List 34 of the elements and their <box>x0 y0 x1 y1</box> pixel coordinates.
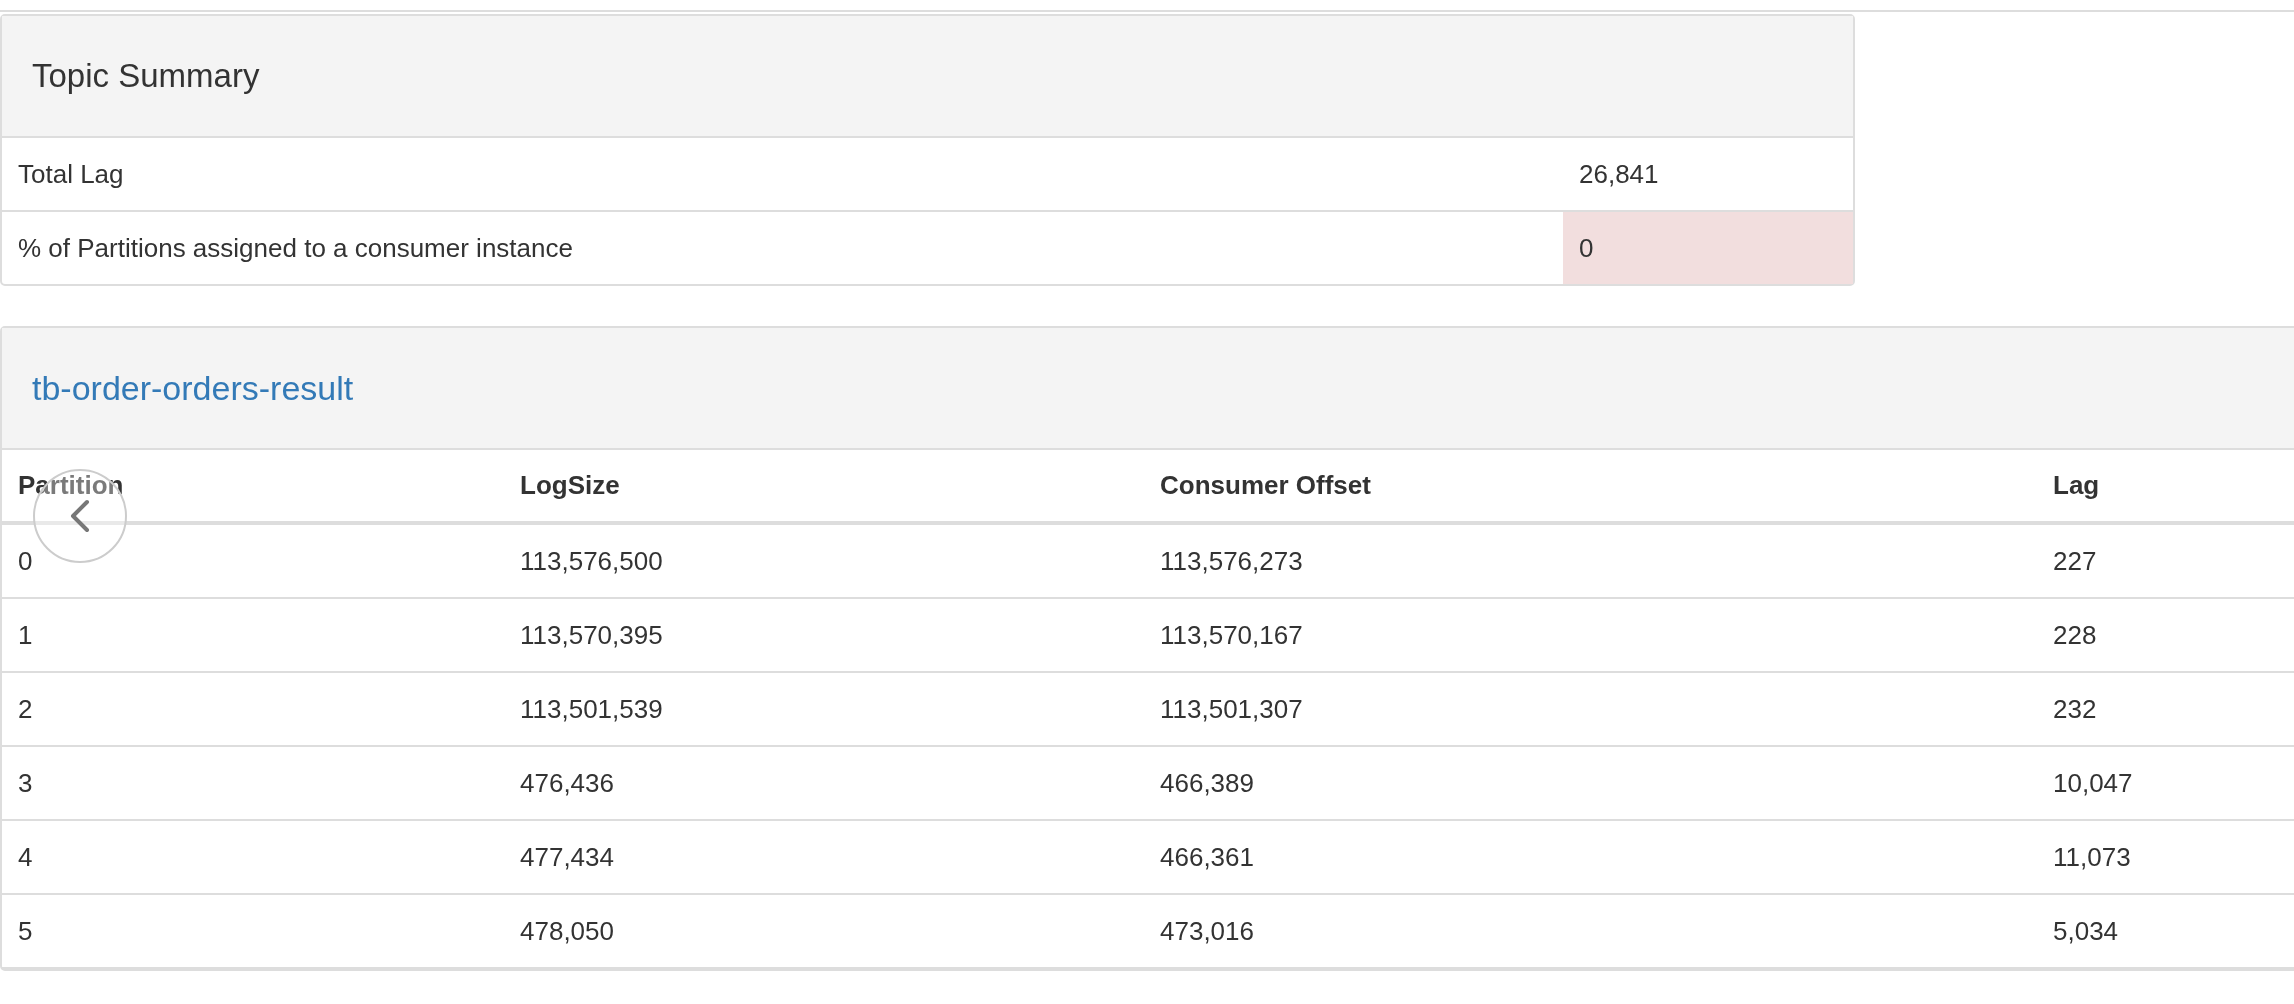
table-cell-text: 113,570,395 <box>519 618 664 652</box>
table-cell-text: 227 <box>2052 544 2098 578</box>
table-cell: 0 <box>1563 212 1853 284</box>
table-cell-text: 466,361 <box>1159 840 1255 874</box>
table-cell-text: 10,047 <box>2052 766 2134 800</box>
column-header: Partition <box>18 470 124 501</box>
table-cell-text: 113,501,307 <box>1159 692 1304 726</box>
table-cell-text: 113,501,539 <box>519 692 664 726</box>
table-cell-text: 232 <box>2052 692 2098 726</box>
table-cell-text: 0 <box>17 544 34 578</box>
table-cell-text: 113,576,273 <box>1159 544 1304 578</box>
table-cell-text: 477,434 <box>519 840 615 874</box>
table-cell-text: Total Lag <box>17 157 125 191</box>
table-cell-text: 113,576,500 <box>519 544 664 578</box>
table-cell-text: 113,570,167 <box>1159 618 1304 652</box>
table-cell-text: 4 <box>17 840 34 874</box>
table-cell-text: 5 <box>17 914 34 948</box>
column-header: Lag <box>2053 470 2100 501</box>
table-cell-text: % of Partitions assigned to a consumer instance <box>17 231 574 265</box>
table-cell-text: 2 <box>17 692 34 726</box>
panel-title: Topic Summary <box>32 57 260 95</box>
column-header: LogSize <box>520 470 620 501</box>
column-header: Consumer Offset <box>1160 470 1371 501</box>
table-cell-text: 478,050 <box>519 914 615 948</box>
table-cell-text: 1 <box>17 618 34 652</box>
table-cell-text: 3 <box>17 766 34 800</box>
table-cell-text: 11,073 <box>2052 840 2132 874</box>
topic-link[interactable]: tb-order-orders-result <box>32 368 354 408</box>
table-cell-text: 473,016 <box>1159 914 1255 948</box>
table-cell-text: 5,034 <box>2052 914 2120 948</box>
table-cell-text: 26,841 <box>1578 157 1660 191</box>
table-cell-text: 228 <box>2052 618 2098 652</box>
table-cell-text: 476,436 <box>519 766 615 800</box>
table-cell-text: 466,389 <box>1159 766 1255 800</box>
